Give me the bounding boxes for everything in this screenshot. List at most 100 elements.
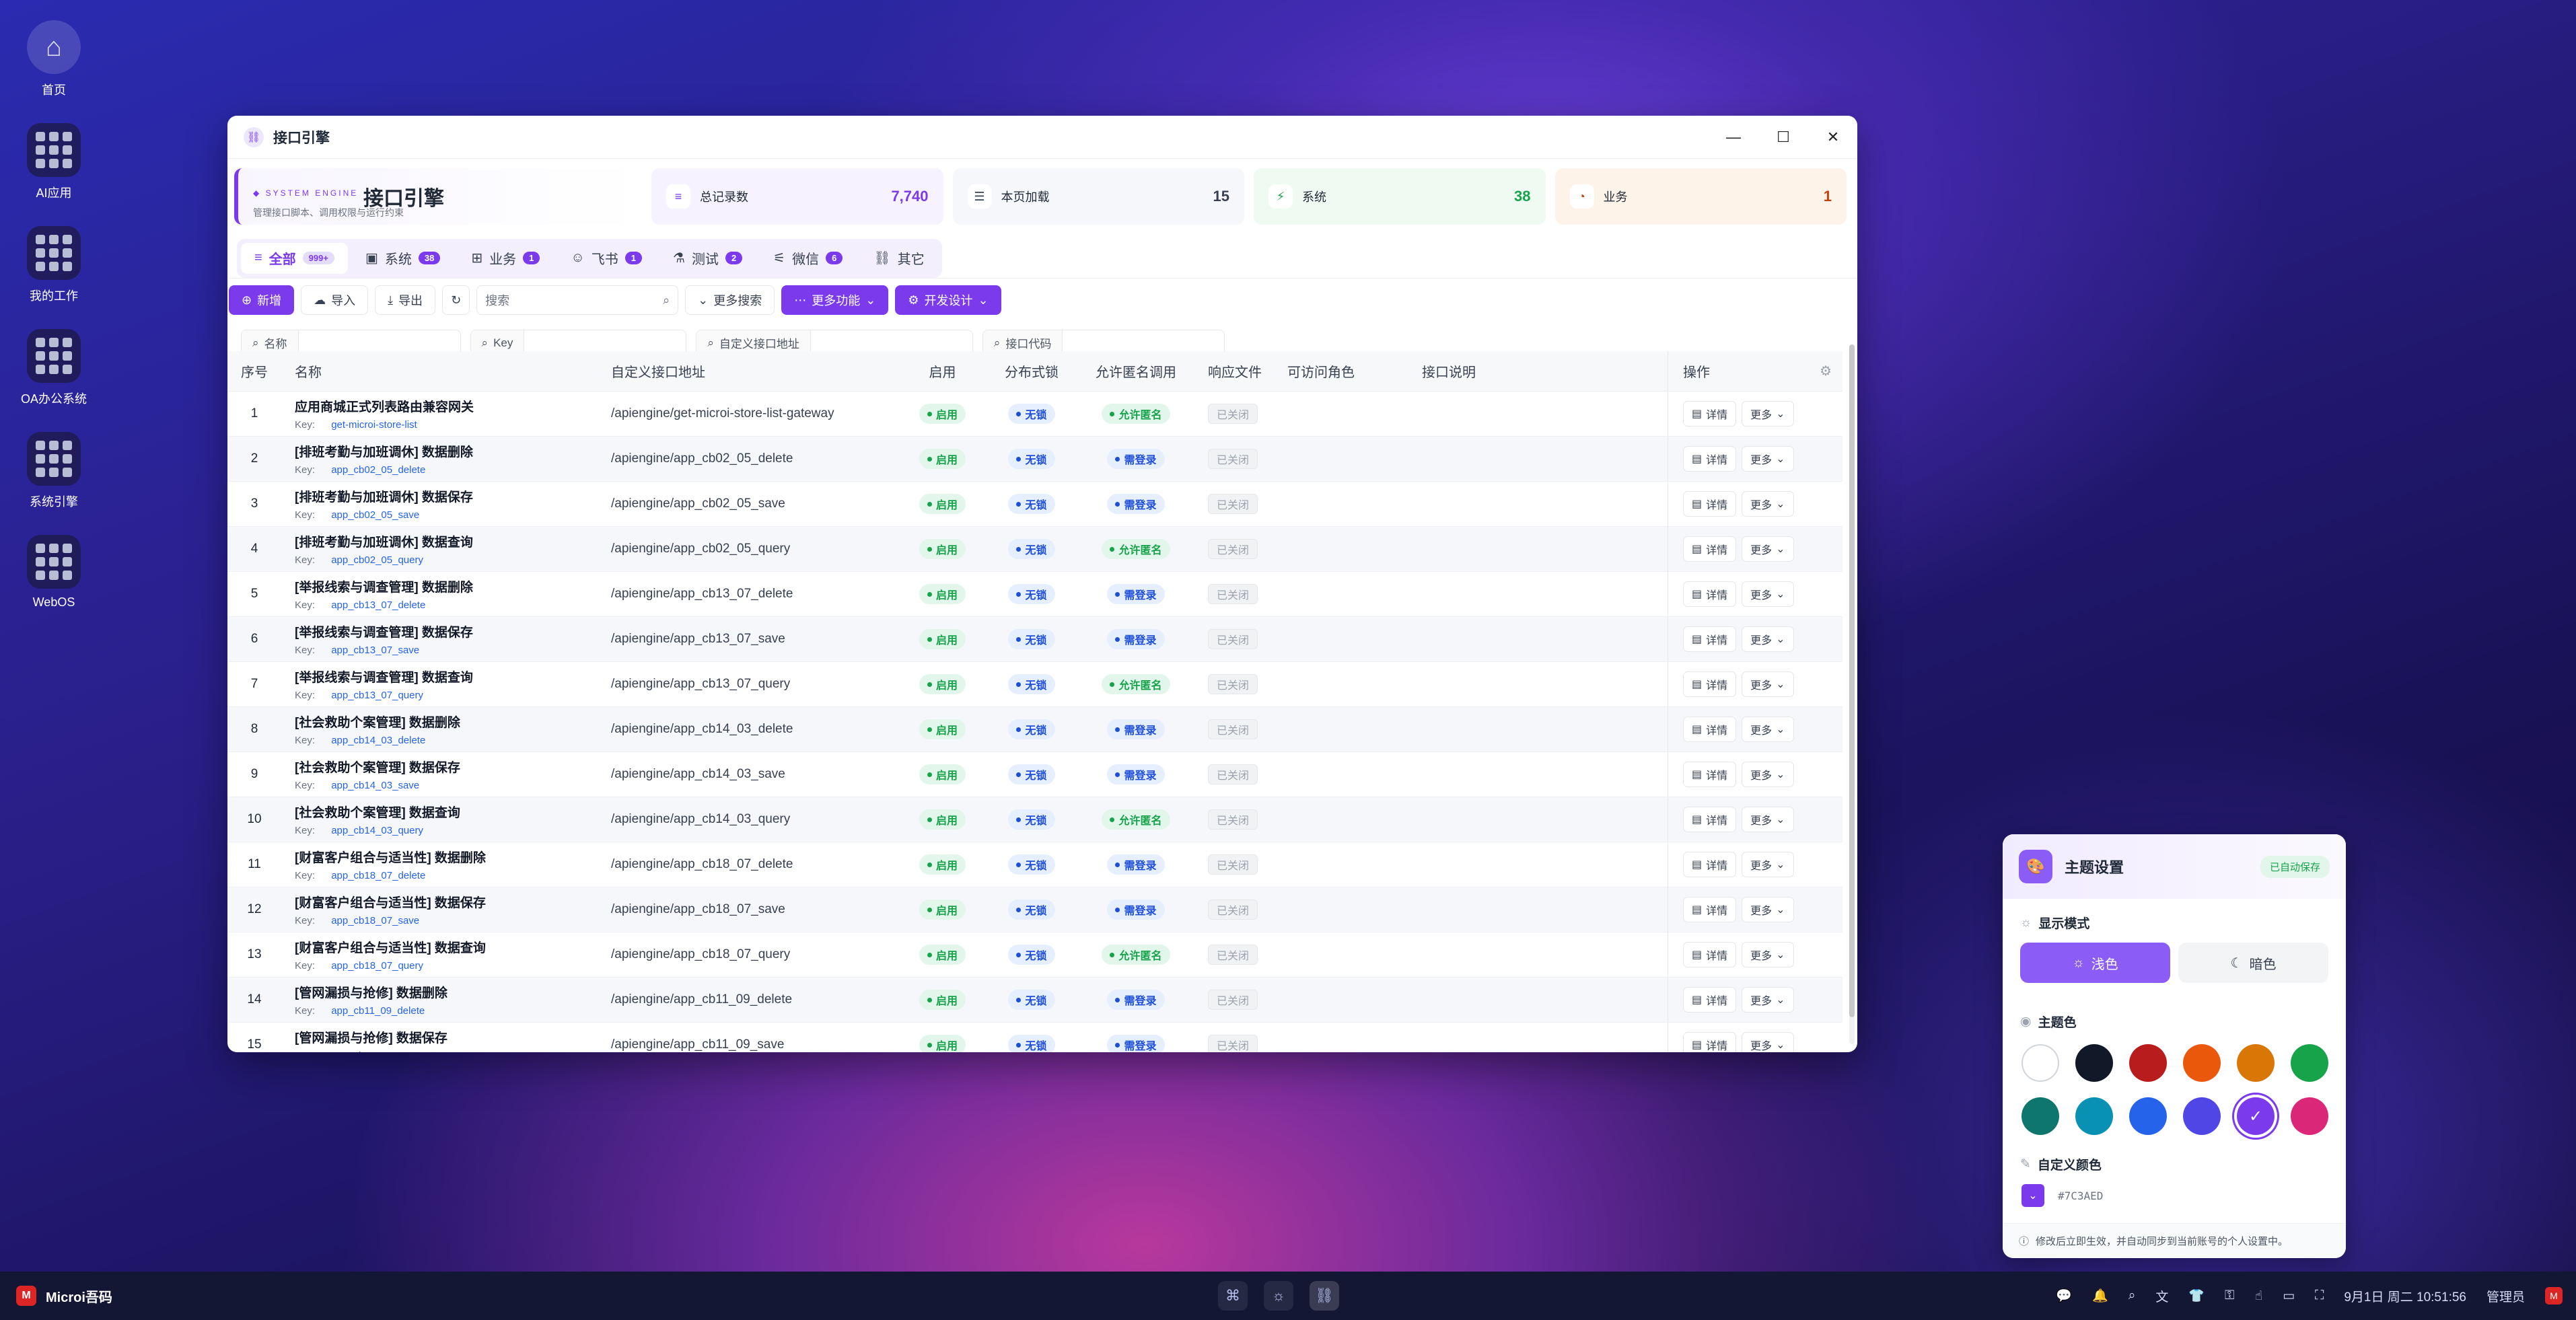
color-swatch[interactable] — [2129, 1097, 2167, 1135]
row-key-link[interactable]: app_cb02_05_save — [331, 509, 419, 521]
detail-button[interactable]: ▤ 详情 — [1683, 536, 1737, 562]
row-key-link[interactable]: app_cb11_09_delete — [331, 1005, 425, 1017]
more-button[interactable]: 更多 ⌄ — [1742, 762, 1794, 787]
row-key-link[interactable]: app_cb13_07_save — [331, 645, 419, 656]
color-swatch[interactable] — [2237, 1044, 2275, 1082]
detail-button[interactable]: ▤ 详情 — [1683, 446, 1737, 472]
tab-2[interactable]: ⊞ 业务 1 — [458, 243, 553, 274]
desktop-icon[interactable]: 我的工作 — [20, 226, 87, 320]
detail-button[interactable]: ▤ 详情 — [1683, 717, 1737, 742]
more-button[interactable]: 更多 ⌄ — [1742, 807, 1794, 832]
row-key-link[interactable]: app_cb13_07_delete — [331, 599, 425, 611]
table-row[interactable]: 14 [管网漏损与抢修] 数据删除 Key: app_cb11_09_delete /… — [227, 978, 1842, 1023]
detail-button[interactable]: ▤ 详情 — [1683, 852, 1737, 877]
custom-color-picker[interactable]: ⌄ — [2022, 1184, 2044, 1207]
table-row[interactable]: 9 [社会救助个案管理] 数据保存 Key: app_cb14_03_save/ap… — [227, 752, 1842, 797]
color-swatch[interactable] — [2022, 1097, 2059, 1135]
more-button[interactable]: 更多 ⌄ — [1742, 942, 1794, 967]
detail-button[interactable]: ▤ 详情 — [1683, 581, 1737, 607]
light-mode-button[interactable]: ☼ 浅色 — [2020, 943, 2170, 983]
more-button[interactable]: 更多 ⌄ — [1742, 852, 1794, 877]
refresh-button[interactable]: ↻ — [442, 285, 470, 315]
row-key-link[interactable]: app_cb14_03_delete — [331, 735, 425, 746]
row-key-link[interactable]: app_cb13_07_query — [331, 690, 423, 701]
import-button[interactable]: ☁ 导入 — [301, 285, 369, 315]
row-key-link[interactable]: get-microi-store-list — [331, 419, 417, 431]
fullscreen-icon[interactable]: ⛶ — [2315, 1288, 2324, 1303]
network-icon[interactable]: ⌘ — [1218, 1281, 1248, 1311]
detail-button[interactable]: ▤ 详情 — [1683, 401, 1737, 427]
desktop-icon[interactable]: 系统引擎 — [20, 432, 87, 526]
minimize-button[interactable]: — — [1725, 129, 1742, 146]
row-key-link[interactable]: app_cb18_07_delete — [331, 870, 425, 881]
table-row[interactable]: 13 [财富客户组合与适当性] 数据查询 Key: app_cb18_07_quer… — [227, 932, 1842, 978]
tab-4[interactable]: ⚗ 测试 2 — [659, 243, 756, 274]
start-menu-button[interactable]: M Microi吾码 — [0, 1286, 112, 1306]
more-button[interactable]: 更多 ⌄ — [1742, 491, 1794, 517]
desktop-icon[interactable]: WebOS — [20, 535, 87, 629]
more-button[interactable]: 更多 ⌄ — [1742, 581, 1794, 607]
pointer-icon[interactable]: ☝ — [2254, 1288, 2262, 1304]
color-swatch[interactable] — [2022, 1044, 2059, 1082]
more-button[interactable]: 更多 ⌄ — [1742, 446, 1794, 472]
desktop-icon[interactable]: ⌂ 首页 — [20, 20, 87, 114]
chat-icon[interactable]: 💬 — [2056, 1288, 2072, 1304]
row-key-link[interactable]: app_cb18_07_save — [331, 915, 419, 926]
color-swatch[interactable] — [2075, 1044, 2113, 1082]
color-swatch[interactable] — [2129, 1044, 2167, 1082]
more-search-button[interactable]: ⌄ 更多搜索 — [685, 285, 775, 315]
detail-button[interactable]: ▤ 详情 — [1683, 491, 1737, 517]
theme-icon[interactable]: ☼ — [1264, 1281, 1293, 1311]
detail-button[interactable]: ▤ 详情 — [1683, 807, 1737, 832]
dark-mode-button[interactable]: ☾ 暗色 — [2178, 943, 2328, 983]
detail-button[interactable]: ▤ 详情 — [1683, 942, 1737, 967]
table-row[interactable]: 12 [财富客户组合与适当性] 数据保存 Key: app_cb18_07_save… — [227, 887, 1842, 932]
dev-design-button[interactable]: ⚙ 开发设计 ⌄ — [895, 285, 1001, 315]
color-swatch[interactable] — [2183, 1097, 2221, 1135]
detail-button[interactable]: ▤ 详情 — [1683, 762, 1737, 787]
table-row[interactable]: 2 [排班考勤与加班调休] 数据删除 Key: app_cb02_05_delete… — [227, 437, 1842, 482]
window-titlebar[interactable]: ⛓ 接口引擎 — ☐ ✕ — [227, 116, 1857, 159]
more-button[interactable]: 更多 ⌄ — [1742, 671, 1794, 697]
more-button[interactable]: 更多 ⌄ — [1742, 1032, 1794, 1052]
tab-0[interactable]: ≡ 全部 999+ — [241, 242, 348, 274]
row-key-link[interactable]: app_cb02_05_delete — [331, 464, 425, 476]
user-name[interactable]: 管理员 — [2486, 1287, 2525, 1305]
more-button[interactable]: 更多 ⌄ — [1742, 536, 1794, 562]
link-icon[interactable]: ⛓ — [1310, 1281, 1339, 1311]
color-swatch[interactable] — [2291, 1097, 2328, 1135]
search-input[interactable]: 搜索 ⌕ — [476, 285, 679, 315]
close-button[interactable]: ✕ — [1825, 129, 1841, 146]
color-swatch[interactable] — [2183, 1044, 2221, 1082]
more-functions-button[interactable]: ⋯ 更多功能 ⌄ — [781, 285, 889, 315]
color-swatch[interactable] — [2075, 1097, 2113, 1135]
more-button[interactable]: 更多 ⌄ — [1742, 401, 1794, 427]
row-key-link[interactable]: app_cb14_03_query — [331, 825, 423, 836]
tab-1[interactable]: ▣ 系统 38 — [352, 243, 454, 274]
desktop-icon[interactable]: AI应用 — [20, 123, 87, 217]
table-row[interactable]: 6 [举报线索与调查管理] 数据保存 Key: app_cb13_07_save/a… — [227, 617, 1842, 662]
row-key-link[interactable]: app_cb18_07_query — [331, 960, 423, 971]
translate-icon[interactable]: 文 — [2155, 1287, 2168, 1305]
detail-button[interactable]: ▤ 详情 — [1683, 1032, 1737, 1052]
maximize-button[interactable]: ☐ — [1775, 129, 1791, 146]
table-row[interactable]: 4 [排班考勤与加班调休] 数据查询 Key: app_cb02_05_query /… — [227, 527, 1842, 572]
detail-button[interactable]: ▤ 详情 — [1683, 897, 1737, 922]
more-button[interactable]: 更多 ⌄ — [1742, 717, 1794, 742]
table-row[interactable]: 5 [举报线索与调查管理] 数据删除 Key: app_cb13_07_delete… — [227, 572, 1842, 617]
search-icon[interactable]: ⌕ — [663, 293, 670, 307]
detail-button[interactable]: ▤ 详情 — [1683, 626, 1737, 652]
more-button[interactable]: 更多 ⌄ — [1742, 987, 1794, 1013]
detail-button[interactable]: ▤ 详情 — [1683, 671, 1737, 697]
color-swatch[interactable] — [2291, 1044, 2328, 1082]
add-button[interactable]: ⊕ 新增 — [229, 285, 295, 315]
table-row[interactable]: 7 [举报线索与调查管理] 数据查询 Key: app_cb13_07_query /… — [227, 662, 1842, 707]
search-icon[interactable]: ⌕ — [2128, 1288, 2136, 1303]
row-key-link[interactable]: app_cb14_03_save — [331, 780, 419, 791]
table-row[interactable]: 1 应用商城正式列表路由兼容网关 Key: get-microi-store-lis… — [227, 392, 1842, 437]
tab-5[interactable]: ⚟ 微信 6 — [760, 243, 856, 274]
desktop-icon[interactable]: OA办公系统 — [20, 329, 87, 423]
tab-6[interactable]: ⛓ 其它 — [860, 243, 937, 274]
color-swatch[interactable]: ✓ — [2237, 1097, 2275, 1135]
more-button[interactable]: 更多 ⌄ — [1742, 897, 1794, 922]
